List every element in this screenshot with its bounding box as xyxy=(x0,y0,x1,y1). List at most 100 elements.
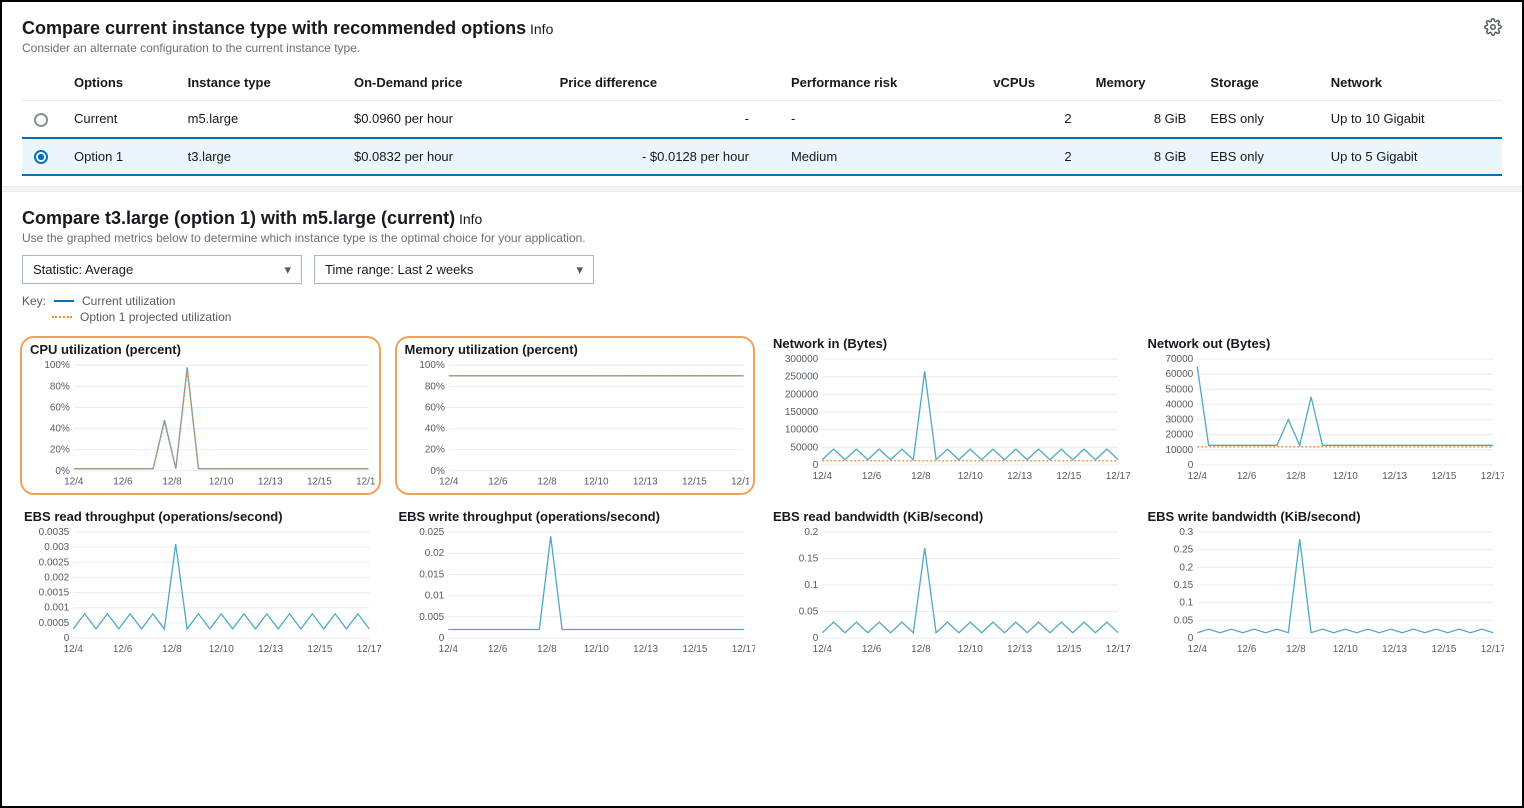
col-header: vCPUs xyxy=(981,65,1083,101)
cell-memory: 8 GiB xyxy=(1084,138,1199,176)
svg-text:12/4: 12/4 xyxy=(813,644,833,655)
legend-label: Key: xyxy=(22,294,46,308)
option-radio[interactable] xyxy=(34,150,48,164)
svg-text:12/13: 12/13 xyxy=(1382,471,1407,482)
svg-text:12/10: 12/10 xyxy=(583,477,608,488)
chart-title: Network in (Bytes) xyxy=(769,336,1130,351)
svg-text:20000: 20000 xyxy=(1165,430,1193,441)
cell-price: $0.0960 per hour xyxy=(342,101,548,138)
cell-network: Up to 5 Gigabit xyxy=(1319,138,1502,176)
svg-text:12/13: 12/13 xyxy=(1382,644,1407,655)
cell-diff: - $0.0128 per hour xyxy=(548,138,779,176)
col-header: Price difference xyxy=(548,65,779,101)
svg-text:12/17: 12/17 xyxy=(1106,471,1130,482)
svg-text:300000: 300000 xyxy=(785,354,819,365)
svg-text:0.05: 0.05 xyxy=(799,607,819,618)
col-header: On-Demand price xyxy=(342,65,548,101)
svg-text:12/8: 12/8 xyxy=(911,644,931,655)
chart: EBS read throughput (operations/second) 0… xyxy=(20,509,381,656)
chart: Network in (Bytes)0500001000001500002000… xyxy=(769,336,1130,495)
svg-text:40%: 40% xyxy=(424,424,444,435)
svg-text:100%: 100% xyxy=(44,360,70,371)
svg-text:12/13: 12/13 xyxy=(1007,471,1032,482)
col-header: Options xyxy=(62,65,176,101)
info-link-table[interactable]: Info xyxy=(530,21,553,37)
legend-projected-line-icon xyxy=(52,316,72,318)
col-header: Instance type xyxy=(176,65,342,101)
svg-text:60%: 60% xyxy=(424,403,444,414)
svg-text:100%: 100% xyxy=(419,360,445,371)
statistic-select[interactable]: Statistic: Average xyxy=(22,255,302,284)
svg-text:12/10: 12/10 xyxy=(958,471,983,482)
svg-text:12/4: 12/4 xyxy=(813,471,833,482)
svg-text:12/4: 12/4 xyxy=(439,477,459,488)
gear-icon[interactable] xyxy=(1484,18,1502,36)
legend-current-label: Current utilization xyxy=(82,294,175,308)
svg-text:0.0015: 0.0015 xyxy=(39,588,70,599)
svg-text:80%: 80% xyxy=(424,381,444,392)
svg-text:12/6: 12/6 xyxy=(1236,644,1256,655)
svg-text:12/10: 12/10 xyxy=(1332,471,1357,482)
svg-text:12/17: 12/17 xyxy=(1106,644,1130,655)
svg-text:12/10: 12/10 xyxy=(583,644,608,655)
svg-text:12/8: 12/8 xyxy=(537,644,557,655)
svg-text:30000: 30000 xyxy=(1165,415,1193,426)
svg-text:12/13: 12/13 xyxy=(1007,644,1032,655)
compare-table-subtitle: Consider an alternate configuration to t… xyxy=(22,41,553,55)
svg-text:0.002: 0.002 xyxy=(44,573,69,584)
cell-price: $0.0832 per hour xyxy=(342,138,548,176)
svg-text:0: 0 xyxy=(813,460,819,471)
svg-text:12/4: 12/4 xyxy=(64,644,84,655)
chart-title: EBS read bandwidth (KiB/second) xyxy=(769,509,1130,524)
svg-text:100000: 100000 xyxy=(785,425,819,436)
table-row[interactable]: Current m5.large $0.0960 per hour - - 2 … xyxy=(22,101,1502,138)
svg-text:150000: 150000 xyxy=(785,407,819,418)
svg-text:70000: 70000 xyxy=(1165,354,1193,365)
svg-text:12/17: 12/17 xyxy=(356,477,374,488)
chart-title: CPU utilization (percent) xyxy=(26,342,375,357)
chart-title: EBS read throughput (operations/second) xyxy=(20,509,381,524)
svg-text:0.005: 0.005 xyxy=(419,612,444,623)
cell-risk: Medium xyxy=(779,138,981,176)
cell-diff: - xyxy=(548,101,779,138)
svg-text:12/10: 12/10 xyxy=(958,644,983,655)
cell-risk: - xyxy=(779,101,981,138)
timerange-select[interactable]: Time range: Last 2 weeks xyxy=(314,255,594,284)
charts-grid: CPU utilization (percent)0%20%40%60%80%1… xyxy=(2,330,1522,668)
svg-text:12/17: 12/17 xyxy=(731,644,755,655)
svg-text:12/8: 12/8 xyxy=(162,477,182,488)
cell-memory: 8 GiB xyxy=(1084,101,1199,138)
svg-text:0.01: 0.01 xyxy=(424,591,444,602)
svg-text:0.001: 0.001 xyxy=(44,603,69,614)
svg-text:50000: 50000 xyxy=(790,442,818,453)
svg-text:0.2: 0.2 xyxy=(1179,562,1193,573)
svg-text:12/15: 12/15 xyxy=(307,477,332,488)
legend-current-line-icon xyxy=(54,300,74,302)
svg-text:0.15: 0.15 xyxy=(1173,580,1193,591)
svg-text:12/15: 12/15 xyxy=(1431,644,1456,655)
cell-storage: EBS only xyxy=(1198,101,1318,138)
col-header: Network xyxy=(1319,65,1502,101)
svg-text:12/10: 12/10 xyxy=(209,477,234,488)
col-header: Memory xyxy=(1084,65,1199,101)
svg-text:12/15: 12/15 xyxy=(307,644,332,655)
compare-table-title: Compare current instance type with recom… xyxy=(22,18,526,38)
svg-text:0.1: 0.1 xyxy=(804,580,818,591)
svg-text:12/6: 12/6 xyxy=(113,477,133,488)
svg-text:12/17: 12/17 xyxy=(731,477,749,488)
metrics-subtitle: Use the graphed metrics below to determi… xyxy=(22,231,1502,245)
option-radio[interactable] xyxy=(34,113,48,127)
svg-text:80%: 80% xyxy=(50,381,70,392)
svg-text:12/4: 12/4 xyxy=(64,477,84,488)
col-header: Performance risk xyxy=(779,65,981,101)
svg-text:60000: 60000 xyxy=(1165,369,1193,380)
svg-text:12/8: 12/8 xyxy=(162,644,182,655)
svg-text:12/4: 12/4 xyxy=(438,644,458,655)
svg-text:0.02: 0.02 xyxy=(424,548,444,559)
table-row[interactable]: Option 1 t3.large $0.0832 per hour - $0.… xyxy=(22,138,1502,176)
chart-legend: Key: Current utilization Option 1 projec… xyxy=(2,288,1522,330)
svg-text:0.25: 0.25 xyxy=(1173,545,1193,556)
svg-text:0.025: 0.025 xyxy=(419,527,444,538)
info-link-metrics[interactable]: Info xyxy=(459,211,482,227)
svg-text:12/15: 12/15 xyxy=(681,477,706,488)
